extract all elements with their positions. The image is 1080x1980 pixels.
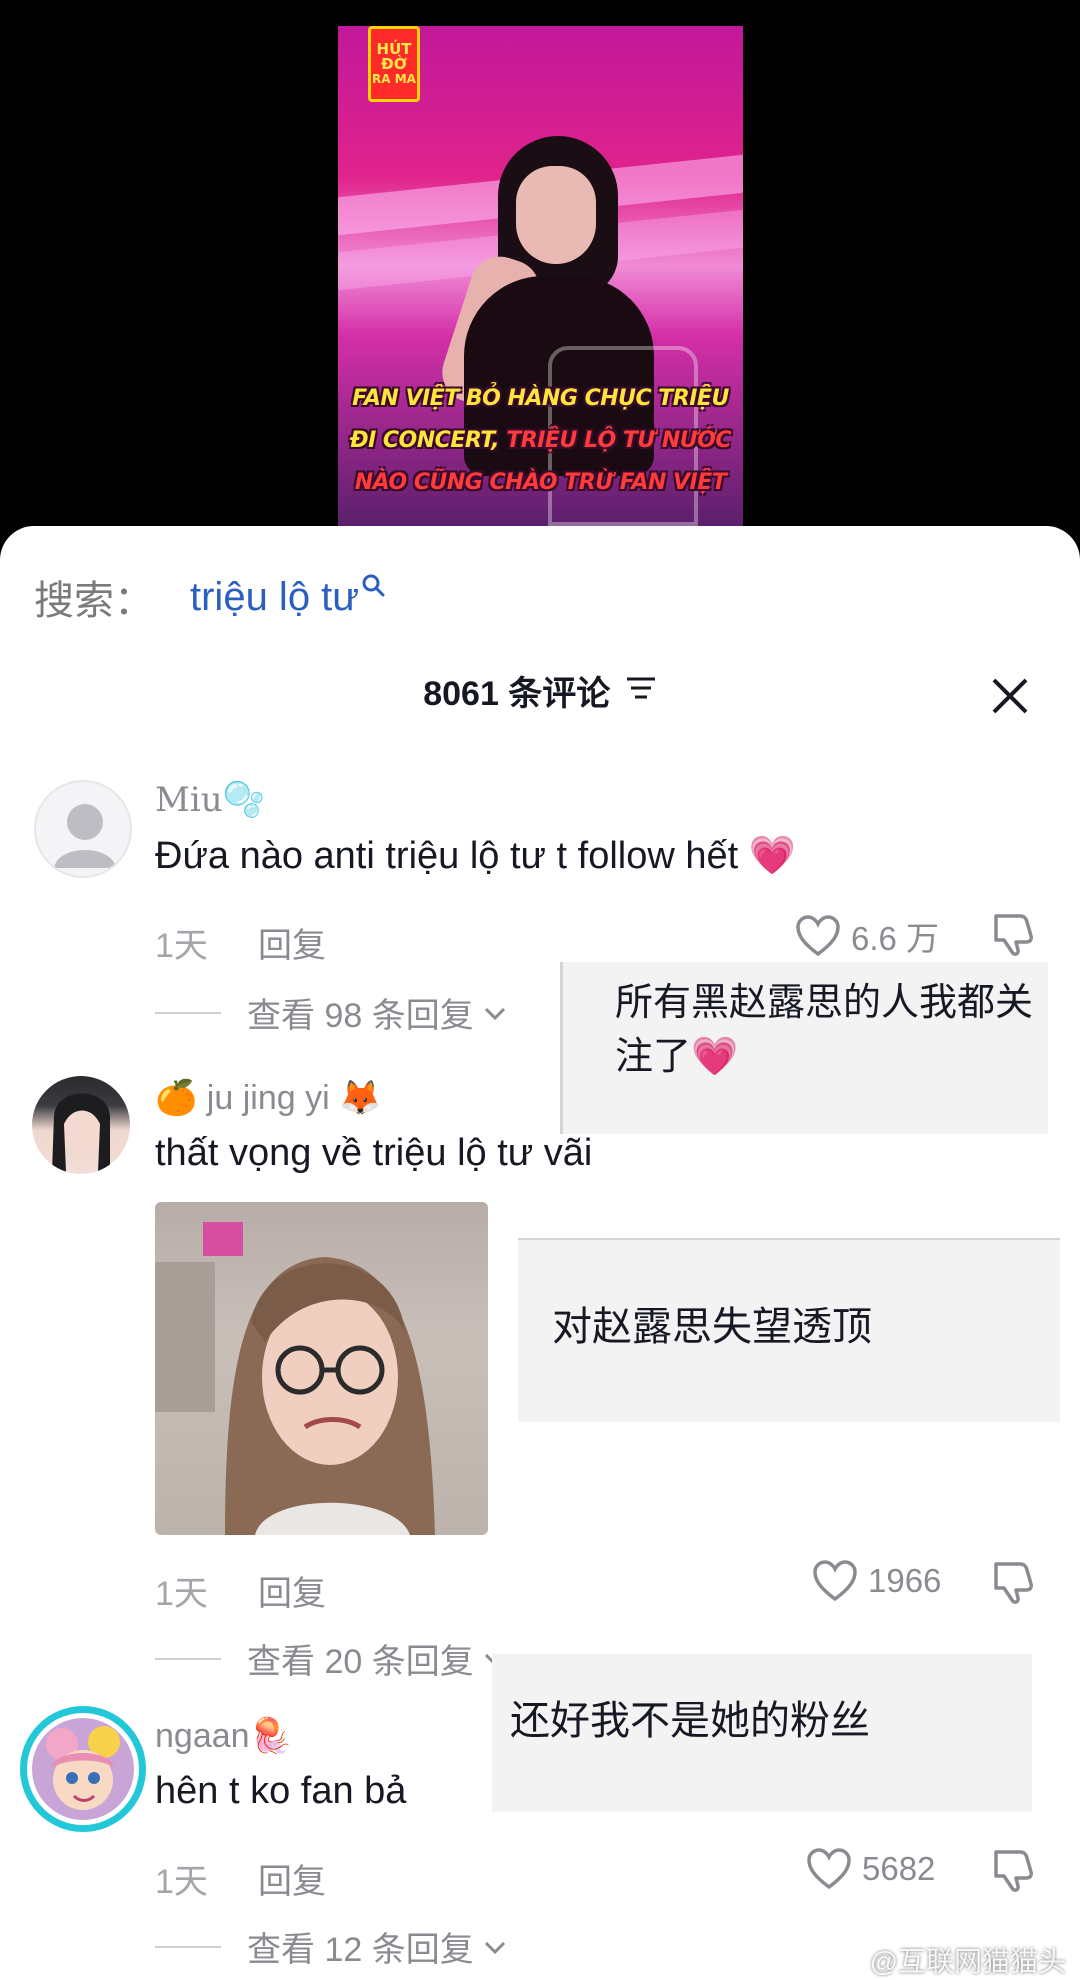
logo-line: RA MA	[372, 71, 416, 86]
search-query-link[interactable]: triệu lộ tư	[190, 575, 359, 620]
thumbs-down-icon[interactable]	[990, 912, 1036, 958]
close-button[interactable]	[990, 676, 1030, 716]
weibo-icon	[830, 1948, 862, 1974]
comment-count: 8061 条评论	[423, 675, 611, 713]
heart-icon[interactable]	[795, 915, 841, 957]
orange-icon: 🍊	[155, 1079, 198, 1117]
reply-button[interactable]: 回复	[258, 1854, 326, 1903]
view-replies-button[interactable]: 查看 20 条回复	[155, 1634, 508, 1683]
like-count: 6.6 万	[851, 920, 940, 957]
caption-line-2: ĐI CONCERT, TRIỆU LỘ TƯ NƯỚC	[338, 420, 743, 462]
dislike-button[interactable]	[990, 1560, 1036, 1611]
heart-icon[interactable]	[812, 1560, 858, 1602]
view-replies-button[interactable]: 查看 12 条回复	[155, 1922, 508, 1971]
reply-button[interactable]: 回复	[258, 1566, 326, 1615]
thumbs-down-icon[interactable]	[990, 1848, 1036, 1894]
sort-filter-icon[interactable]	[625, 675, 657, 706]
translation-overlay: 还好我不是她的粉丝	[492, 1654, 1032, 1812]
video-frame[interactable]: HÚT ĐỜ RA MA FAN VIỆT BỎ HÀNG CHỤC TRIỆU…	[338, 26, 743, 526]
comment-text: Đứa nào anti triệu lộ tư t follow hết 💗	[155, 835, 797, 877]
username-text: ju jing yi	[206, 1079, 330, 1117]
search-icon[interactable]	[361, 573, 385, 602]
username-text: Miu	[155, 780, 223, 820]
search-label: 搜索：	[34, 579, 154, 623]
comment-time: 1天	[155, 927, 208, 965]
caption-line-1: FAN VIỆT BỎ HÀNG CHỤC TRIỆU	[338, 378, 743, 420]
like-count: 1966	[868, 1562, 942, 1599]
translation-overlay: 对赵露思失望透顶	[518, 1238, 1060, 1422]
search-suggestion[interactable]: 搜索： triệu lộ tư	[34, 568, 385, 626]
username[interactable]: Miu🫧	[155, 780, 265, 820]
video-caption: FAN VIỆT BỎ HÀNG CHỤC TRIỆU ĐI CONCERT, …	[338, 378, 743, 504]
caption-line-3: NÀO CŨNG CHÀO TRỪ FAN VIỆT	[338, 462, 743, 504]
divider-line	[155, 1945, 221, 1948]
dislike-button[interactable]	[990, 912, 1036, 963]
like-button[interactable]: 6.6 万	[795, 912, 939, 960]
chevron-down-icon	[484, 1941, 505, 1954]
watermark-text: @互联网猫猫头	[869, 1946, 1066, 1977]
like-count: 5682	[862, 1850, 936, 1887]
avatar[interactable]	[34, 780, 132, 878]
channel-logo: HÚT ĐỜ RA MA	[368, 26, 420, 102]
watermark: @互联网猫猫头	[830, 1940, 1066, 1980]
view-replies-label: 查看 98 条回复	[247, 997, 474, 1035]
comment-time: 1天	[155, 1863, 208, 1901]
bubbles-icon: 🫧	[222, 780, 265, 820]
jellyfish-icon: 🪼	[249, 1717, 292, 1755]
video-player[interactable]: HÚT ĐỜ RA MA FAN VIỆT BỎ HÀNG CHỤC TRIỆU…	[0, 0, 1080, 540]
comment-time: 1天	[155, 1575, 208, 1613]
username-text: ngaan	[155, 1717, 250, 1755]
logo-line: ĐỜ	[381, 54, 407, 73]
chevron-down-icon	[484, 1007, 505, 1020]
view-replies-button[interactable]: 查看 98 条回复	[155, 988, 508, 1037]
avatar[interactable]	[20, 1706, 146, 1832]
performer-face	[516, 166, 596, 264]
reply-button[interactable]: 回复	[258, 918, 326, 967]
like-button[interactable]: 5682	[806, 1848, 935, 1890]
divider-line	[155, 1011, 221, 1014]
caption-segment: NÀO CŨNG CHÀO TRỪ FAN VIỆT	[354, 470, 727, 495]
comment-text: hên t ko fan bả	[155, 1770, 407, 1812]
divider-line	[155, 1657, 221, 1660]
close-icon[interactable]	[990, 676, 1030, 716]
username[interactable]: 🍊 ju jing yi 🦊	[155, 1078, 381, 1118]
caption-segment: FAN VIỆT BỎ HÀNG CHỤC TRIỆU	[352, 386, 729, 411]
caption-segment: TRIỆU LỘ TƯ NƯỚC	[506, 428, 732, 453]
thumbs-down-icon[interactable]	[990, 1560, 1036, 1606]
like-button[interactable]: 1966	[812, 1560, 941, 1602]
comment-image[interactable]	[155, 1202, 488, 1535]
heart-icon[interactable]	[806, 1848, 852, 1890]
translation-overlay: 所有黑赵露思的人我都关注了💗	[560, 962, 1048, 1134]
caption-segment: ĐI CONCERT,	[349, 428, 507, 453]
comment-sheet: 搜索： triệu lộ tư 8061 条评论 Miu🫧 Đứa nào an…	[0, 526, 1080, 1980]
fox-icon: 🦊	[339, 1079, 382, 1117]
comment-text: thất vọng về triệu lộ tư vãi	[155, 1132, 593, 1174]
comments-header: 8061 条评论	[0, 666, 1080, 715]
username[interactable]: ngaan🪼	[155, 1716, 292, 1756]
view-replies-label: 查看 12 条回复	[247, 1931, 474, 1969]
dislike-button[interactable]	[990, 1848, 1036, 1899]
view-replies-label: 查看 20 条回复	[247, 1643, 474, 1681]
avatar[interactable]	[32, 1076, 130, 1174]
